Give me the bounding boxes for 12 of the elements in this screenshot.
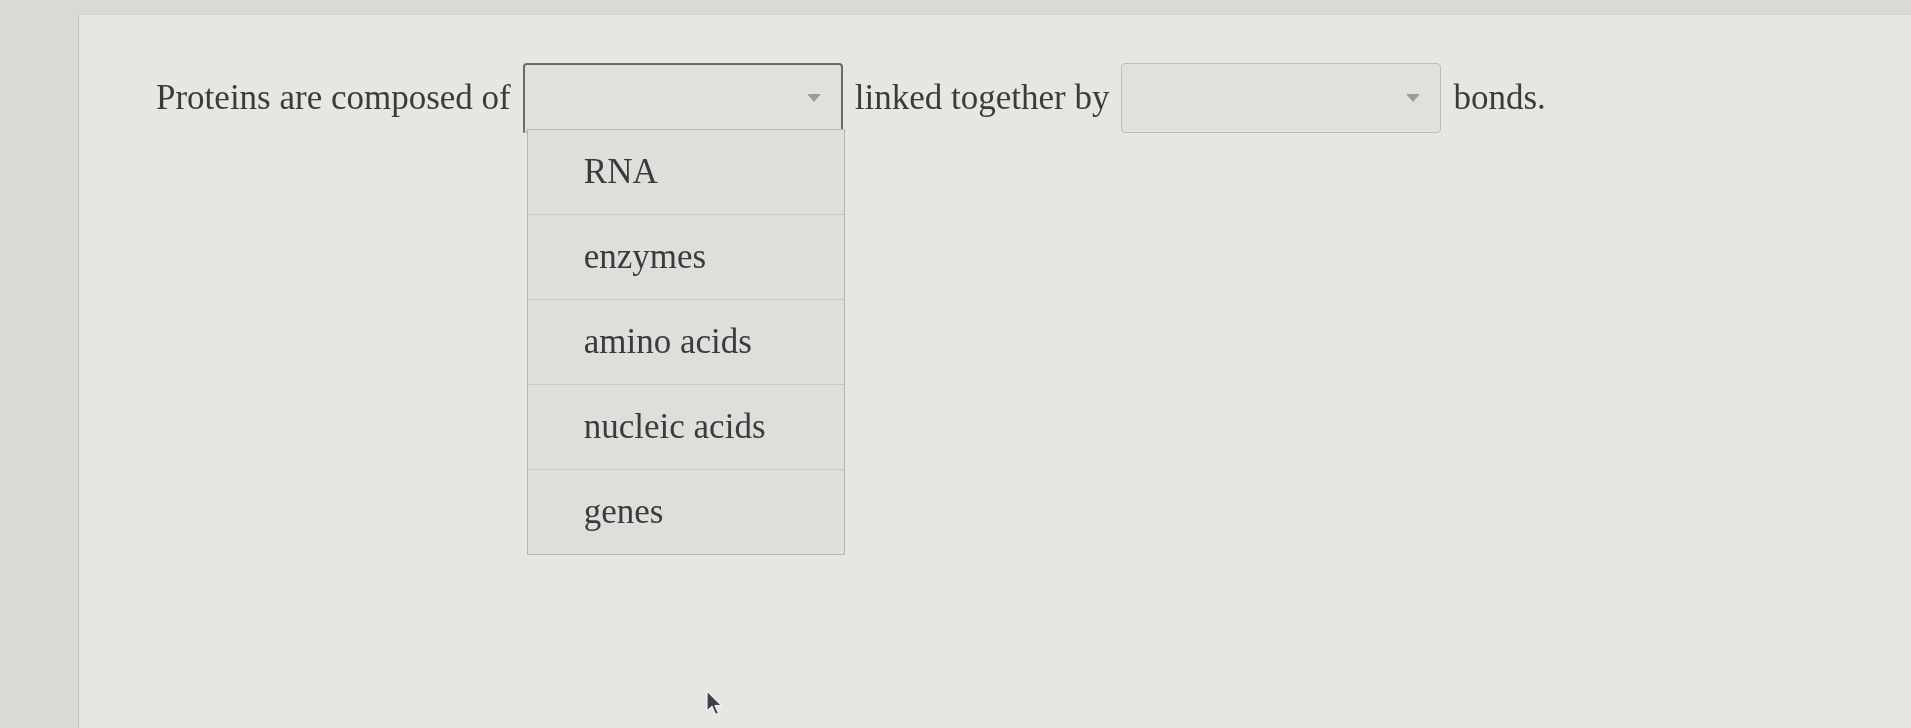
mouse-pointer-icon bbox=[706, 690, 723, 716]
dropdown-option[interactable]: nucleic acids bbox=[527, 384, 844, 469]
dropdown-option[interactable]: amino acids bbox=[527, 299, 844, 384]
dropdown[interactable] bbox=[522, 63, 843, 133]
dropdown-option[interactable]: RNA bbox=[527, 130, 844, 214]
dropdown-option[interactable]: enzymes bbox=[527, 214, 844, 299]
caret-icon bbox=[1406, 94, 1421, 102]
sentence-text: bonds. bbox=[1453, 77, 1546, 119]
sentence-text: Proteins are composed of bbox=[156, 77, 511, 119]
dropdown-option[interactable]: genes bbox=[527, 469, 844, 554]
caret-icon bbox=[806, 94, 821, 102]
sentence-text: linked together by bbox=[854, 77, 1110, 119]
